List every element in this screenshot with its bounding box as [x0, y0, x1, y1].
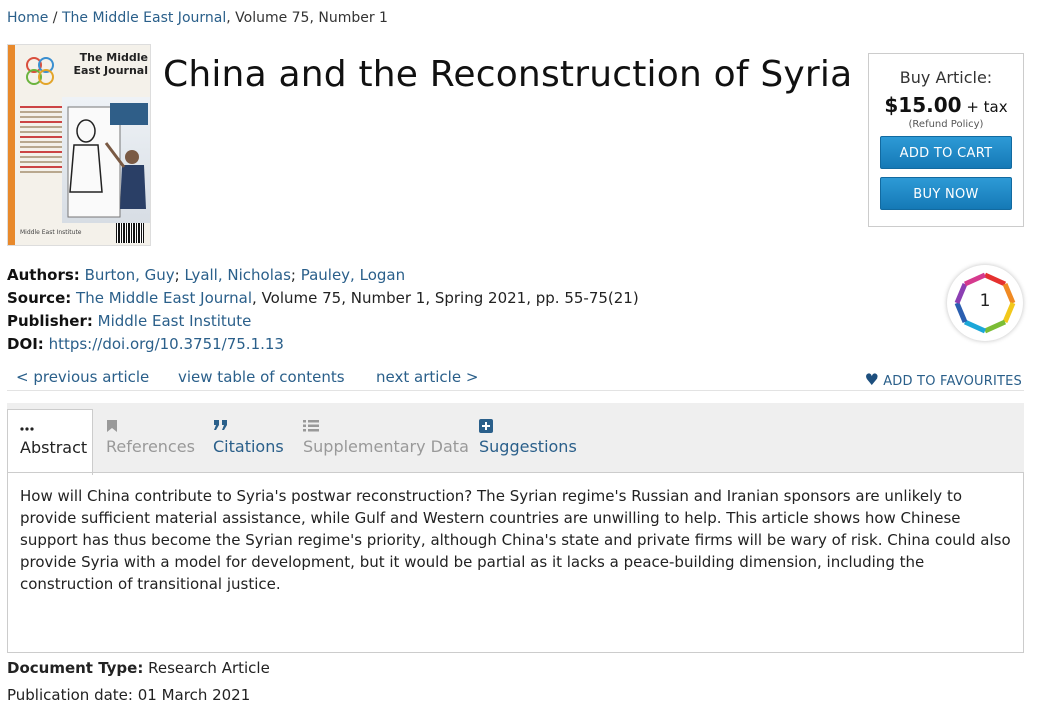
add-to-cart-button[interactable]: ADD TO CART — [880, 136, 1012, 169]
source-row: Source: The Middle East Journal, Volume … — [7, 287, 639, 310]
authors-row: Authors: Burton, Guy; Lyall, Nicholas; P… — [7, 266, 406, 284]
altmetric-score: 1 — [979, 291, 991, 311]
journal-logo-icon — [26, 57, 54, 85]
previous-article-link[interactable]: < previous article — [16, 368, 149, 386]
document-type-row: Document Type: Research Article — [7, 659, 270, 677]
document-type-label: Document Type: — [7, 659, 144, 677]
article-tabs: Abstract References Citations Supplement… — [7, 403, 1024, 475]
publication-date-value: 01 March 2021 — [137, 686, 251, 704]
journal-cover-image[interactable]: The Middle East Journal Middle East Inst… — [7, 44, 151, 246]
heart-icon: ♥ — [864, 370, 880, 389]
source-journal-link[interactable]: The Middle East Journal — [76, 289, 252, 307]
cover-contents-list — [20, 103, 64, 176]
next-article-link[interactable]: next article > — [376, 368, 478, 386]
add-to-favourites-label: ADD TO FAVOURITES — [883, 374, 1022, 389]
cover-accent-strip — [8, 45, 15, 245]
list-icon — [303, 419, 469, 437]
authors-label: Authors: — [7, 266, 80, 284]
tab-suggestions[interactable]: Suggestions — [467, 409, 589, 473]
cover-publisher: Middle East Institute — [20, 229, 82, 236]
buy-article-label: Buy Article: — [899, 68, 993, 87]
author-link[interactable]: Pauley, Logan — [301, 266, 405, 284]
publisher-row: Publisher: Middle East Institute — [7, 310, 639, 333]
publication-date-row: Publication date: 01 March 2021 — [7, 686, 250, 704]
add-to-favourites-link[interactable]: ♥ ADD TO FAVOURITES — [865, 370, 1022, 389]
price-tax: + tax — [966, 98, 1008, 116]
tab-label: Suggestions — [479, 437, 577, 456]
author-link[interactable]: Lyall, Nicholas — [184, 266, 290, 284]
cover-journal-title: The Middle East Journal — [73, 51, 148, 77]
tab-label: Citations — [213, 437, 284, 456]
article-metadata: Authors: Burton, Guy; Lyall, Nicholas; P… — [7, 264, 639, 356]
plus-box-icon — [479, 419, 577, 437]
tab-supplementary-data[interactable]: Supplementary Data — [291, 409, 481, 473]
altmetric-badge[interactable]: 1 — [947, 265, 1023, 341]
source-details: , Volume 75, Number 1, Spring 2021, pp. … — [252, 289, 639, 307]
abstract-text: How will China contribute to Syria's pos… — [20, 487, 1011, 593]
breadcrumb: Home / The Middle East Journal, Volume 7… — [7, 10, 388, 26]
refund-policy-link[interactable]: (Refund Policy) — [869, 119, 1023, 130]
tab-label: Abstract — [20, 438, 88, 457]
buy-article-box: Buy Article: $15.00 + tax (Refund Policy… — [868, 53, 1024, 227]
breadcrumb-journal-link[interactable]: The Middle East Journal — [62, 10, 226, 26]
tab-label: References — [106, 437, 195, 456]
table-of-contents-link[interactable]: view table of contents — [178, 368, 345, 386]
doi-label: DOI: — [7, 335, 44, 353]
publisher-label: Publisher: — [7, 312, 93, 330]
bookmark-icon — [106, 419, 195, 437]
cover-photo — [62, 97, 150, 223]
buy-now-button[interactable]: BUY NOW — [880, 177, 1012, 210]
publisher-link[interactable]: Middle East Institute — [98, 312, 252, 330]
cover-barcode — [116, 223, 144, 243]
tab-label: Supplementary Data — [303, 437, 469, 456]
document-type-value: Research Article — [148, 659, 270, 677]
breadcrumb-home-link[interactable]: Home — [7, 10, 48, 26]
tab-citations[interactable]: Citations — [201, 409, 296, 473]
doi-row: DOI: https://doi.org/10.3751/75.1.13 — [7, 333, 639, 356]
price: $15.00 + tax — [869, 93, 1023, 117]
article-navigation: < previous article view table of content… — [7, 364, 1024, 391]
tab-references[interactable]: References — [94, 409, 207, 473]
breadcrumb-separator: / — [48, 10, 62, 26]
publication-date-label: Publication date: — [7, 686, 133, 704]
doi-link[interactable]: https://doi.org/10.3751/75.1.13 — [49, 335, 284, 353]
author-link[interactable]: Burton, Guy — [85, 266, 175, 284]
abstract-panel: How will China contribute to Syria's pos… — [7, 472, 1024, 653]
quote-icon — [213, 419, 284, 437]
breadcrumb-issue: , Volume 75, Number 1 — [226, 10, 388, 26]
article-title: China and the Reconstruction of Syria — [163, 54, 853, 95]
price-amount: $15.00 — [884, 93, 962, 117]
tab-abstract[interactable]: Abstract — [7, 409, 93, 475]
ellipsis-icon — [20, 420, 80, 438]
source-label: Source: — [7, 289, 72, 307]
